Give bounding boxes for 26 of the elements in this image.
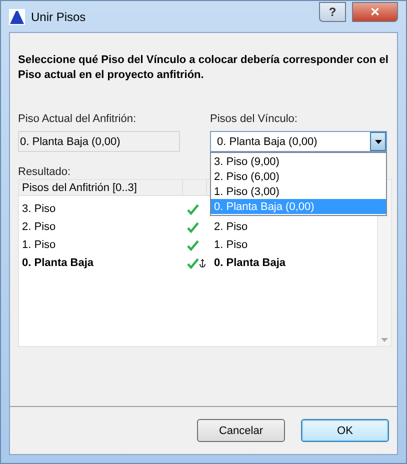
table-cell-text: 3. Piso xyxy=(21,203,56,215)
checkmark-icon xyxy=(187,204,199,214)
table-cell-text: 0. Planta Baja xyxy=(213,257,286,269)
scroll-down-icon xyxy=(381,338,388,342)
readonly-field: 0. Planta Baja (0,00) xyxy=(18,131,180,152)
checkmark-icon xyxy=(187,222,199,232)
app-logo-icon xyxy=(9,8,25,24)
section-label: Resultado: xyxy=(18,166,71,178)
table-cell-text: 2. Piso xyxy=(213,221,248,233)
column-header[interactable]: Pisos del Anfitrión [0..3] xyxy=(19,180,183,195)
dropdown-button[interactable] xyxy=(370,132,386,151)
table-cell-text: 2. Piso xyxy=(21,221,56,233)
instruction-text: Seleccione qué Piso del Vínculo a colocar debería corresponder con el Piso actual en el proyecto anfitrión. xyxy=(18,53,389,83)
field-label: Pisos del Vínculo: xyxy=(210,113,298,125)
table-cell-text: 1. Piso xyxy=(213,239,248,251)
help-button[interactable]: ? xyxy=(319,2,346,22)
table-cell-text: 0. Planta Baja xyxy=(21,257,94,269)
anchor-icon xyxy=(199,258,206,268)
window-title: Unir Pisos xyxy=(31,10,87,24)
checkmark-icon xyxy=(187,240,199,250)
dialog-button[interactable]: OK xyxy=(301,419,389,442)
table-cell-text: 1. Piso xyxy=(21,239,56,251)
field-label: Piso Actual del Anfitrión: xyxy=(18,113,138,125)
checkmark-icon xyxy=(187,258,199,268)
caret-icon xyxy=(374,140,382,144)
dialog-button[interactable]: Cancelar xyxy=(197,419,285,442)
